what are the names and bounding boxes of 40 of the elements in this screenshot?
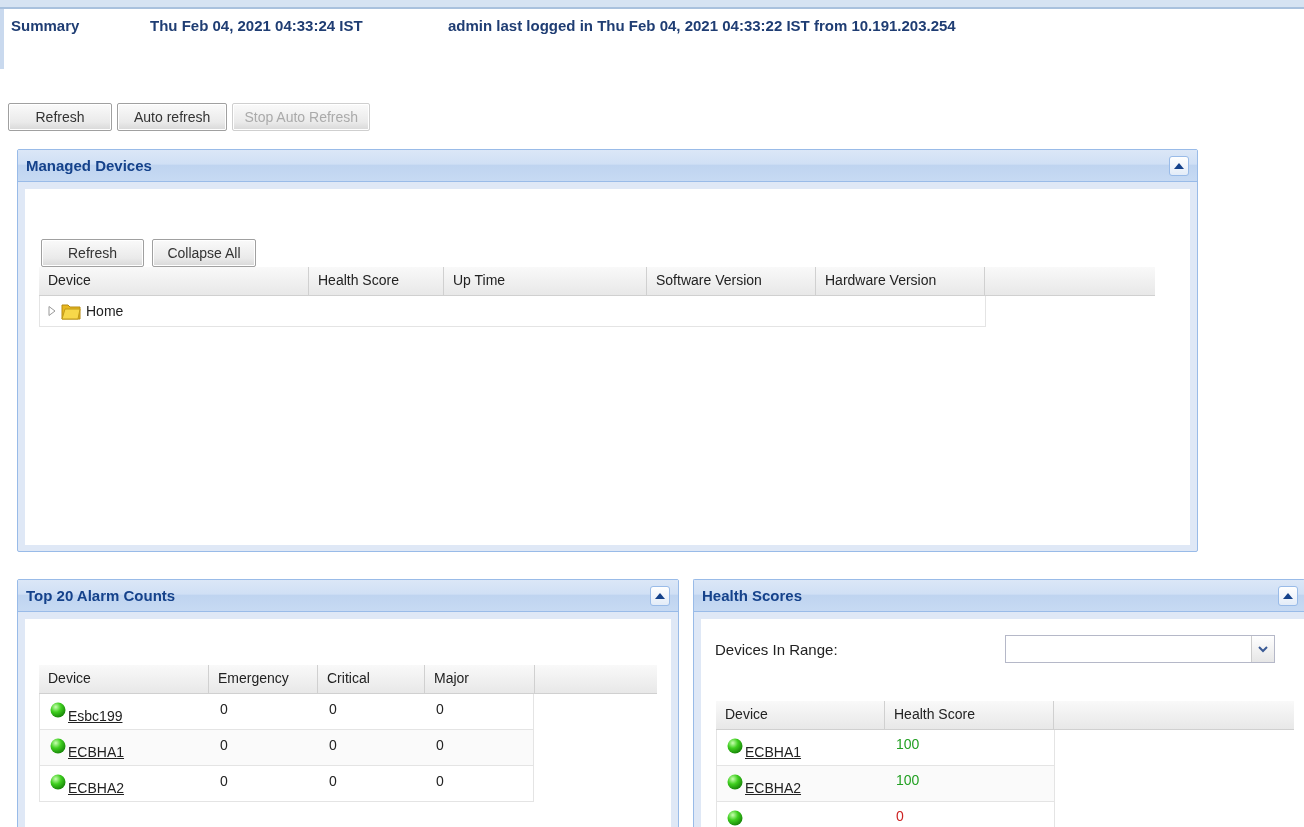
device-link[interactable]: Esbc199	[68, 708, 123, 724]
column-header[interactable]: Software Version	[647, 267, 816, 295]
health-score: 100	[896, 772, 920, 788]
field-label: Devices In Range:	[715, 640, 839, 658]
panel-title: Top 20 Alarm Counts	[26, 587, 176, 604]
device-link[interactable]: ECBHA1	[68, 744, 125, 760]
table-cell-text: 0	[328, 700, 338, 717]
health-score: 100	[896, 736, 920, 752]
column-header[interactable]: Major	[425, 665, 535, 693]
table-cell-text: 0	[219, 772, 229, 789]
device-link[interactable]: ECBHA2	[745, 780, 802, 796]
column-header[interactable]: Health Score	[885, 701, 1054, 729]
table-cell-text: 0	[435, 772, 445, 789]
panel-title: Health Scores	[702, 587, 803, 604]
login-info: admin last logged in Thu Feb 04, 2021 04:33:22 IST from 10.191.203.254	[448, 17, 956, 36]
column-header[interactable]: Device	[39, 267, 309, 295]
column-header[interactable]: Hardware Version	[816, 267, 985, 295]
table-cell-text: 0	[328, 736, 338, 753]
current-time: Thu Feb 04, 2021 04:33:24 IST	[150, 17, 364, 36]
toolbar-button[interactable]: Auto refresh	[117, 103, 228, 131]
column-header[interactable]: Critical	[318, 665, 425, 693]
column-header[interactable]: Device	[716, 701, 885, 729]
table-cell-text: 0	[328, 772, 338, 789]
grid-button[interactable]: Collapse All	[152, 239, 256, 267]
table-cell-text: 0	[435, 736, 445, 753]
table-cell-text: 0	[219, 736, 229, 753]
column-header[interactable]: Device	[39, 665, 209, 693]
table-cell-text: 0	[219, 700, 229, 717]
column-header[interactable]: Emergency	[209, 665, 318, 693]
column-header[interactable]: Health Score	[309, 267, 444, 295]
panel-title: Managed Devices	[26, 157, 152, 174]
device-link[interactable]: ECBHA2	[68, 780, 125, 796]
table-cell-text: 0	[435, 700, 445, 717]
toolbar-button[interactable]: Refresh	[8, 103, 112, 131]
page-title: Summary	[11, 17, 81, 36]
device-link[interactable]: ECBHA1	[745, 744, 802, 760]
tree-node-label[interactable]: Home	[86, 303, 286, 319]
grid-button[interactable]: Refresh	[41, 239, 144, 267]
column-header[interactable]: Up Time	[444, 267, 647, 295]
health-score: 0	[896, 808, 904, 824]
